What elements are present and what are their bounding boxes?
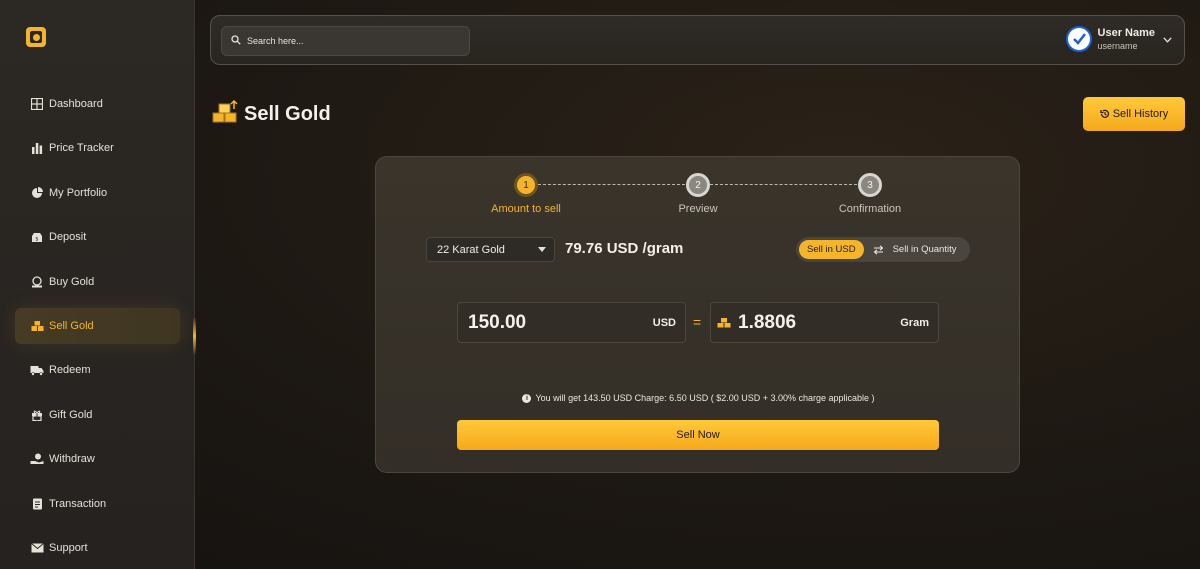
active-indicator xyxy=(193,317,196,355)
chevron-down-icon xyxy=(1163,30,1172,48)
caret-down-icon xyxy=(538,247,546,252)
sell-mode-toggle[interactable]: Sell in USD Sell in Quantity xyxy=(796,237,970,262)
sidebar-item-label: Price Tracker xyxy=(49,142,114,155)
bar-chart-icon xyxy=(30,141,44,155)
karat-select[interactable]: 22 Karat Gold xyxy=(426,237,555,262)
svg-text:$: $ xyxy=(35,237,38,243)
gold-price: 79.76 USD /gram xyxy=(565,240,684,257)
step-number: 2 xyxy=(686,173,710,197)
amount-gram-field[interactable]: 1.8806 Gram xyxy=(710,302,939,343)
wallet-icon: $ xyxy=(30,230,44,244)
sidebar-item-label: Dashboard xyxy=(49,98,103,110)
gift-icon xyxy=(30,408,44,422)
sidebar-item-withdraw[interactable]: Withdraw xyxy=(15,441,180,477)
app-logo-icon[interactable] xyxy=(26,27,46,47)
sidebar-nav: Dashboard Price Tracker My Portfolio $ D… xyxy=(15,86,180,569)
step-number: 1 xyxy=(514,173,538,197)
sidebar-item-label: Transaction xyxy=(49,497,107,510)
step-amount: 1 Amount to sell xyxy=(466,173,586,215)
user-name: User Name xyxy=(1097,27,1155,39)
sell-now-button[interactable]: Sell Now xyxy=(457,420,939,450)
step-label: Amount to sell xyxy=(491,203,561,215)
swap-icon[interactable] xyxy=(873,244,884,255)
search-box[interactable] xyxy=(221,26,470,56)
sidebar-item-buy-gold[interactable]: Buy Gold xyxy=(15,264,180,300)
sidebar-item-label: Support xyxy=(49,541,88,554)
charge-info: i You will get 143.50 USD Charge: 6.50 U… xyxy=(376,393,1021,403)
sidebar-item-label: Withdraw xyxy=(49,453,95,466)
sidebar-item-label: Buy Gold xyxy=(49,275,95,288)
page-title: Sell Gold xyxy=(244,103,331,125)
sidebar-item-redeem[interactable]: Redeem xyxy=(15,352,180,388)
step-confirmation: 3 Confirmation xyxy=(810,173,930,215)
step-preview: 2 Preview xyxy=(638,173,758,215)
pie-chart-icon xyxy=(30,186,44,200)
mail-icon xyxy=(30,541,44,555)
gold-bars-icon xyxy=(30,319,44,333)
charge-info-text: You will get 143.50 USD Charge: 6.50 USD… xyxy=(535,393,875,403)
user-menu[interactable]: User Name username xyxy=(1065,26,1172,52)
toggle-sell-in-usd[interactable]: Sell in USD xyxy=(799,240,864,259)
sidebar-item-my-portfolio[interactable]: My Portfolio xyxy=(15,175,180,211)
stepper: 1 Amount to sell 2 Preview 3 Confirmatio… xyxy=(376,173,1021,223)
sidebar-item-support[interactable]: Support xyxy=(15,530,180,566)
amount-gram-unit: Gram xyxy=(900,316,929,329)
top-bar: User Name username xyxy=(210,15,1185,65)
withdraw-icon xyxy=(30,452,44,466)
sidebar-item-price-tracker[interactable]: Price Tracker xyxy=(15,130,180,166)
gold-bars-icon xyxy=(212,99,240,129)
sidebar-item-label: Redeem xyxy=(49,364,91,377)
toggle-sell-in-quantity[interactable]: Sell in Quantity xyxy=(893,244,957,255)
sidebar-item-deposit[interactable]: $ Deposit xyxy=(15,219,180,255)
coin-hand-icon xyxy=(30,275,44,289)
step-label: Preview xyxy=(678,203,718,215)
amount-usd-field[interactable]: 150.00 USD xyxy=(457,302,686,343)
truck-icon xyxy=(30,363,44,377)
sidebar-item-label: Sell Gold xyxy=(49,319,94,332)
sidebar-item-transaction[interactable]: Transaction xyxy=(15,486,180,522)
history-icon xyxy=(1100,109,1110,119)
search-input[interactable] xyxy=(247,36,447,46)
sidebar: Dashboard Price Tracker My Portfolio $ D… xyxy=(0,0,195,569)
sidebar-item-dashboard[interactable]: Dashboard xyxy=(15,86,180,122)
search-icon xyxy=(231,32,241,50)
step-label: Confirmation xyxy=(838,203,902,215)
receipt-icon xyxy=(30,497,44,511)
sell-history-label: Sell History xyxy=(1112,108,1169,120)
info-icon: i xyxy=(522,393,532,403)
sidebar-item-label: Gift Gold xyxy=(49,408,93,421)
equals-sign: = xyxy=(693,314,702,330)
user-handle: username xyxy=(1097,41,1138,51)
grid-icon xyxy=(30,97,44,111)
karat-value: 22 Karat Gold xyxy=(437,243,505,256)
sell-card: 1 Amount to sell 2 Preview 3 Confirmatio… xyxy=(375,156,1020,473)
amount-gram-value: 1.8806 xyxy=(738,311,797,333)
sell-history-button[interactable]: Sell History xyxy=(1083,97,1185,131)
gold-bars-icon xyxy=(717,317,731,328)
amount-usd-unit: USD xyxy=(652,316,676,329)
avatar xyxy=(1065,26,1092,52)
sidebar-item-label: My Portfolio xyxy=(49,186,108,199)
amount-usd-value: 150.00 xyxy=(468,311,527,333)
check-badge-icon xyxy=(1072,33,1086,45)
sidebar-item-label: Deposit xyxy=(49,231,87,244)
sidebar-item-gift-gold[interactable]: Gift Gold xyxy=(15,397,180,433)
step-number: 3 xyxy=(858,173,882,197)
page-header: Sell Gold xyxy=(212,99,331,129)
sidebar-item-sell-gold[interactable]: Sell Gold xyxy=(15,307,180,344)
